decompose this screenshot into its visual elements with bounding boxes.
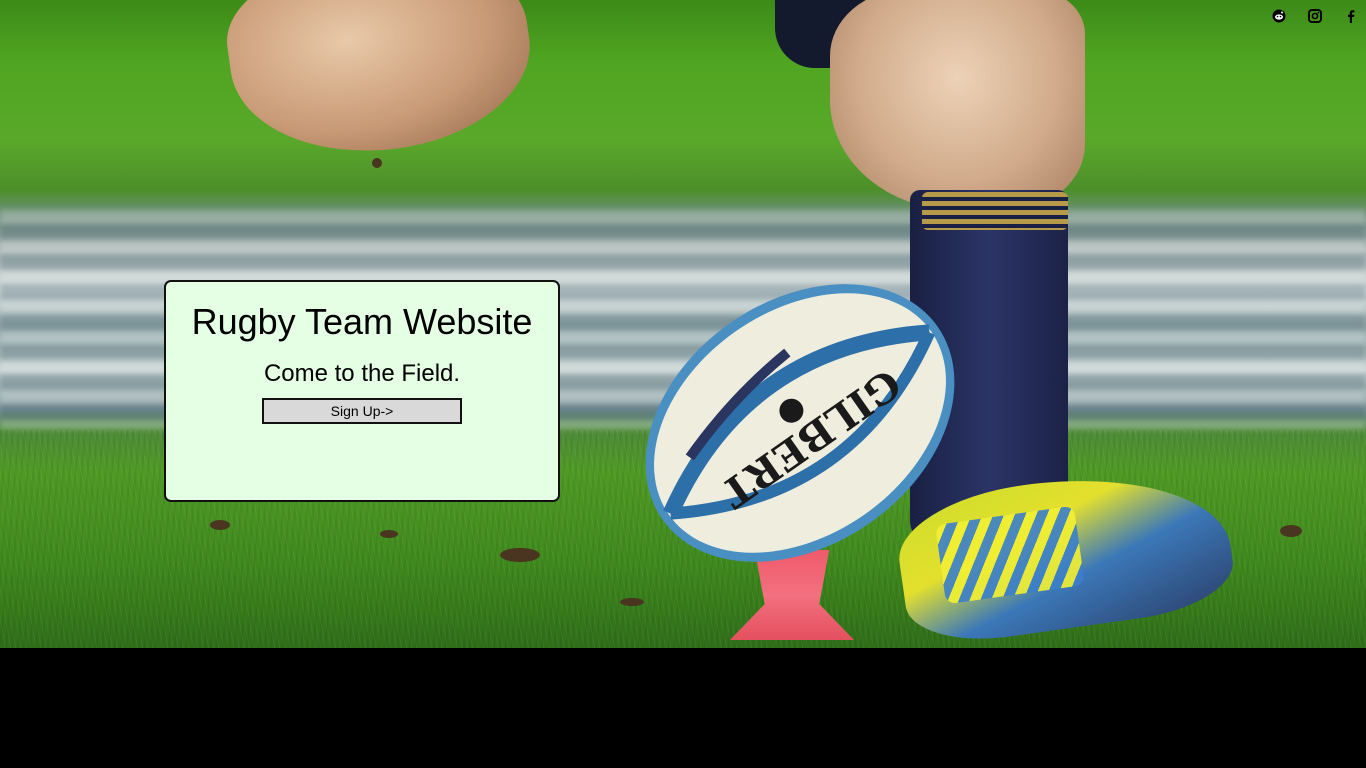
reddit-icon[interactable] (1272, 9, 1286, 23)
dirt-clod (210, 520, 230, 530)
dirt-clod (372, 158, 382, 168)
dirt-clod (1280, 525, 1302, 537)
instagram-icon[interactable] (1308, 9, 1322, 23)
dirt-clod (620, 598, 644, 606)
sign-up-button[interactable]: Sign Up-> (262, 398, 462, 424)
page: GILBERT Rugby Team Website Come to the F… (0, 0, 1366, 768)
player-left-leg (218, 0, 542, 170)
site-title: Rugby Team Website (191, 301, 533, 342)
footer-bar (0, 648, 1366, 768)
facebook-icon[interactable] (1344, 9, 1358, 23)
sock-stripes (922, 192, 1068, 230)
tagline: Come to the Field. (263, 360, 461, 387)
dirt-clod (380, 530, 398, 538)
hero-card: Rugby Team Website Come to the Field. Si… (164, 280, 560, 502)
dirt-clod (500, 548, 540, 562)
player-right-leg (830, 0, 1085, 210)
social-links (1272, 9, 1358, 23)
